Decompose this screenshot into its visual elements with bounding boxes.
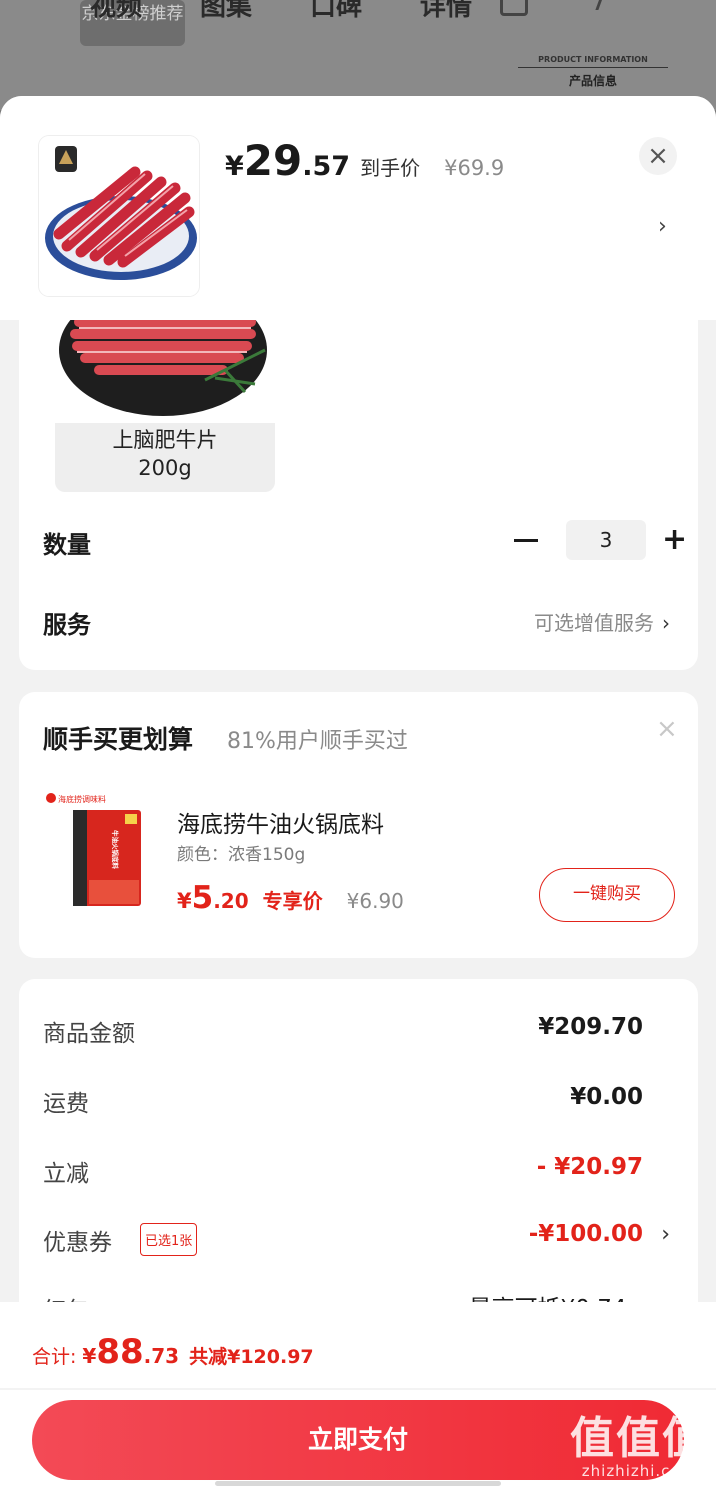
addon-product-image[interactable]: 海底捞调味料 牛油火锅底料	[43, 788, 169, 914]
hotpot-package-image: 海底捞调味料 牛油火锅底料	[43, 788, 169, 914]
price-integer: 29	[243, 136, 303, 185]
minus-icon[interactable]	[514, 538, 538, 542]
price-display: ¥ 29 .57 到手价 ¥69.9	[225, 136, 504, 185]
close-button[interactable]: ×	[639, 137, 677, 175]
chevron-right-icon[interactable]: ›	[658, 214, 667, 239]
addon-brand-text: 海底捞调味料	[58, 794, 106, 804]
one-click-buy-button[interactable]: 一键购买	[539, 868, 675, 922]
addon-original-price: ¥6.90	[346, 889, 404, 913]
addon-subtitle: 81%用户顺手买过	[227, 729, 408, 754]
share-icon	[568, 0, 606, 10]
addon-price: ¥ 5 .20 专享价 ¥6.90	[177, 880, 404, 916]
background-page: 京东金榜推荐 视频 图集 口碑 详情 PRODUCT INFORMATION 产…	[0, 0, 716, 110]
variant-weight: 200g	[138, 456, 192, 480]
original-price: ¥69.9	[444, 156, 505, 180]
tab-details: 详情	[420, 0, 473, 22]
variant-option[interactable]: 上脑肥牛片 200g	[55, 320, 275, 492]
addon-pack-text: 牛油火锅底料	[111, 830, 120, 870]
service-label: 服务	[43, 611, 91, 639]
purchase-sheet: ¥ 29 .57 到手价 ¥69.9 × › 上脑肥牛片 200g 数量 3 +…	[0, 96, 716, 1488]
options-card: 上脑肥牛片 200g 数量 3 + 服务 可选增值服务 ›	[19, 320, 698, 670]
addon-price-currency: ¥	[177, 889, 192, 913]
chevron-right-icon: ›	[662, 611, 670, 635]
tab-gallery: 图集	[200, 0, 253, 22]
beef-roll-image	[39, 136, 199, 296]
variant-label: 上脑肥牛片 200g	[55, 426, 275, 482]
addon-price-decimal: .20	[213, 889, 249, 913]
chevron-right-icon[interactable]: ›	[661, 1222, 670, 1247]
coupon-label: 优惠券	[43, 1230, 112, 1256]
watermark: 值值值 zhizhizhi.com	[570, 1413, 708, 1481]
price-decimal: .57	[302, 151, 351, 182]
home-indicator	[215, 1481, 501, 1486]
product-thumbnail[interactable]	[39, 136, 199, 296]
product-info-heading: PRODUCT INFORMATION 产品信息	[518, 55, 668, 89]
divider	[0, 1388, 716, 1390]
instant-discount-label: 立减	[43, 1161, 89, 1187]
watermark-logo: 值值值	[570, 1413, 708, 1464]
coupon-selected-badge: 已选1张	[140, 1223, 198, 1256]
addon-title: 顺手买更划算	[43, 725, 194, 754]
addon-product-spec: 颜色：浓香150g	[177, 845, 306, 865]
total-display: 合计: ¥ 88 .73 共减¥120.97	[32, 1332, 314, 1372]
product-info-en: PRODUCT INFORMATION	[518, 55, 668, 68]
total-savings: 共减¥120.97	[189, 1346, 314, 1368]
variant-image	[55, 320, 275, 423]
total-decimal: .73	[143, 1344, 180, 1368]
watermark-site: zhizhizhi.com	[581, 1462, 697, 1480]
shipping-value: ¥0.00	[570, 1084, 643, 1110]
total-currency: ¥	[82, 1344, 97, 1368]
bookmark-icon	[500, 0, 528, 16]
beef-slice-image	[55, 320, 275, 423]
total-label: 合计:	[32, 1346, 77, 1368]
goods-amount-value: ¥209.70	[538, 1014, 643, 1040]
shipping-label: 运费	[43, 1091, 89, 1117]
tab-reviews: 口碑	[310, 0, 363, 22]
addon-product-name[interactable]: 海底捞牛油火锅底料	[177, 805, 384, 839]
addon-card: 顺手买更划算 81%用户顺手买过 × 海底捞调味料 牛油火锅底料 海底捞牛油火锅…	[19, 692, 698, 958]
quantity-stepper: 3 +	[514, 520, 687, 560]
background-tabs: 视频 图集 口碑 详情	[90, 0, 472, 23]
quantity-input[interactable]: 3	[566, 520, 646, 560]
addon-price-integer: 5	[191, 880, 214, 916]
plus-icon[interactable]: +	[662, 520, 687, 560]
price-tag: 到手价	[360, 156, 421, 180]
quantity-label: 数量	[43, 531, 91, 559]
service-value: 可选增值服务	[534, 611, 654, 635]
variant-name: 上脑肥牛片	[112, 428, 218, 452]
coupon-value[interactable]: -¥100.00	[529, 1221, 643, 1247]
price-currency: ¥	[225, 151, 244, 182]
tab-video: 视频	[90, 0, 143, 22]
addon-price-tag: 专享价	[262, 889, 323, 913]
instant-discount-value: - ¥20.97	[536, 1154, 643, 1180]
product-info-cn: 产品信息	[568, 74, 617, 88]
total-integer: 88	[96, 1332, 144, 1372]
sheet-header: ¥ 29 .57 到手价 ¥69.9 × ›	[0, 96, 716, 320]
close-icon[interactable]: ×	[656, 714, 678, 744]
goods-amount-label: 商品金额	[43, 1021, 135, 1047]
service-selector[interactable]: 可选增值服务 ›	[534, 607, 670, 636]
